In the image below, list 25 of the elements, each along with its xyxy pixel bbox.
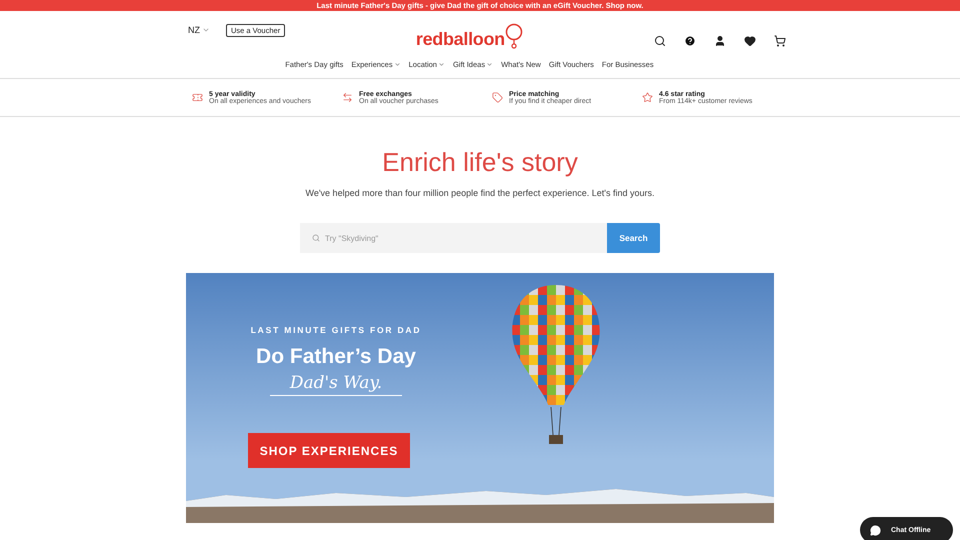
arrows-icon <box>342 92 353 103</box>
chevron-down-icon <box>486 61 494 68</box>
chevron-down-icon <box>438 61 445 68</box>
star-icon <box>642 92 653 103</box>
shop-experiences-button[interactable]: SHOP EXPERIENCES <box>248 433 410 468</box>
banner-headline: Do Father’s Day <box>256 345 416 369</box>
ticket-icon <box>192 92 203 103</box>
country-selector[interactable]: NZ <box>182 24 216 36</box>
account-icon[interactable] <box>714 35 726 47</box>
hero-subtitle: We've helped more than four million people find the perfect experience. Let's find yours. <box>306 188 654 198</box>
help-icon[interactable] <box>684 35 696 47</box>
tag-icon <box>492 92 503 103</box>
search-icon <box>312 234 320 242</box>
logo-text[interactable]: redballoon <box>416 29 505 50</box>
search-field[interactable]: Try "Skydiving" <box>300 223 607 253</box>
balloon-logo-icon <box>504 23 523 50</box>
banner-eyebrow: LAST MINUTE GIFTS FOR DAD <box>250 325 422 335</box>
cart-icon[interactable] <box>774 35 786 47</box>
heart-icon[interactable] <box>744 35 756 47</box>
chat-bubble-icon <box>870 524 881 536</box>
banner-script-text: Dad's Way. <box>270 373 402 396</box>
chevron-down-icon <box>202 26 210 34</box>
hero-title: Enrich life's story <box>382 147 578 178</box>
search-icon[interactable] <box>654 35 666 47</box>
chevron-down-icon <box>394 61 401 68</box>
